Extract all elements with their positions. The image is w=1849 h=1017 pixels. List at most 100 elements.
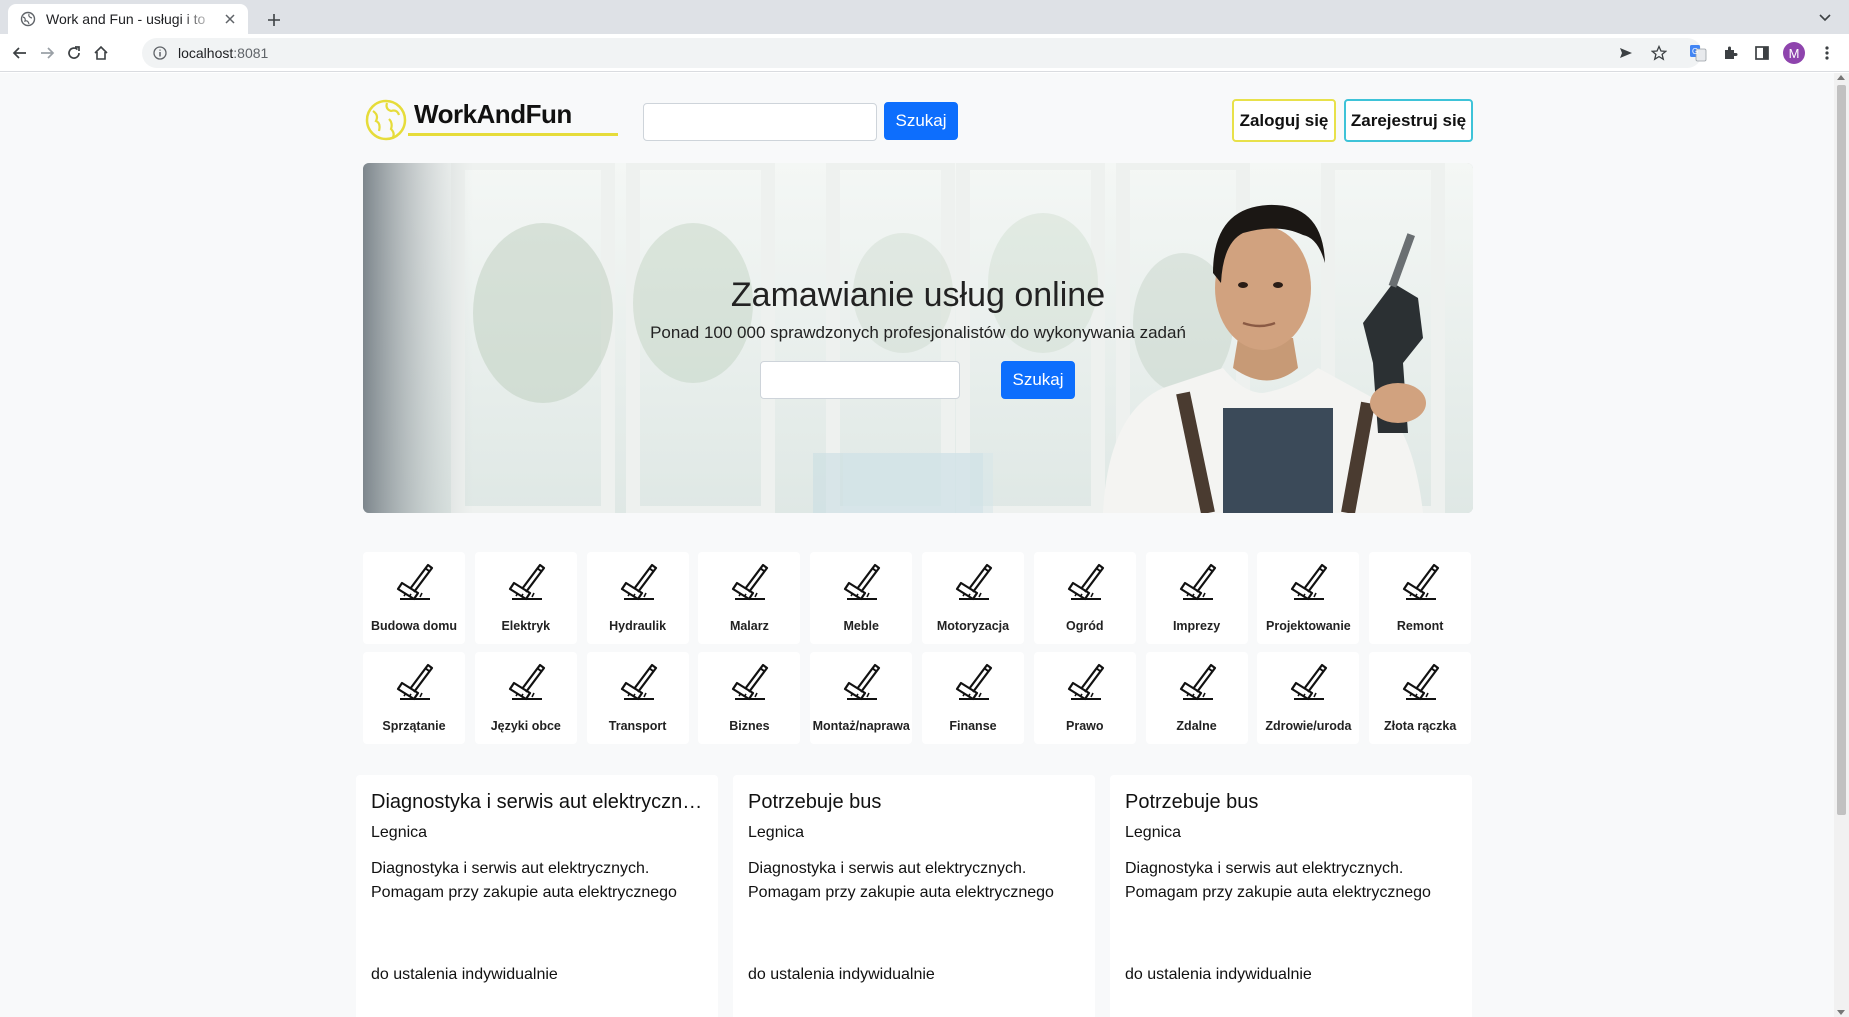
star-icon[interactable] <box>1647 41 1671 65</box>
hero-search-input[interactable] <box>760 361 960 399</box>
page-scrollbar[interactable] <box>1834 73 1849 1017</box>
send-icon[interactable] <box>1614 41 1638 65</box>
hammer-icon <box>389 556 439 606</box>
category-tile[interactable]: Montaż/naprawa <box>810 652 913 744</box>
listing-card[interactable]: Potrzebuje bus Legnica Diagnostyka i ser… <box>733 775 1095 1017</box>
browser-tabstrip: Work and Fun - usługi i to <box>0 0 1849 34</box>
site-logo[interactable]: WorkAndFun <box>363 97 619 141</box>
hammer-icon <box>724 556 774 606</box>
category-tile[interactable]: Języki obce <box>474 652 577 744</box>
close-icon[interactable] <box>222 11 238 27</box>
listing-price: do ustalenia indywidualnie <box>748 966 935 983</box>
listing-city: Legnica <box>371 824 428 841</box>
scrollbar-thumb[interactable] <box>1837 85 1846 815</box>
scroll-up-icon[interactable] <box>1837 75 1845 80</box>
category-label: Ogród <box>1066 619 1104 633</box>
hero-banner: Zamawianie usług online Ponad 100 000 sp… <box>363 163 1473 513</box>
url-host: localhost <box>178 45 234 61</box>
category-tile[interactable]: Ogród <box>1033 552 1136 644</box>
category-tile[interactable]: Hydraulik <box>586 552 689 644</box>
hero-search-button[interactable]: Szukaj <box>1001 361 1075 399</box>
profile-avatar[interactable]: M <box>1783 42 1805 64</box>
category-label: Hydraulik <box>609 619 667 633</box>
forward-icon[interactable] <box>35 41 59 65</box>
category-tile[interactable]: Projektowanie <box>1257 552 1360 644</box>
category-label: Montaż/naprawa <box>812 719 910 733</box>
info-icon[interactable] <box>152 45 168 61</box>
browser-tab[interactable]: Work and Fun - usługi i to <box>8 4 248 34</box>
category-tile[interactable]: Biznes <box>698 652 801 744</box>
category-label: Meble <box>843 619 879 633</box>
hammer-icon <box>613 556 663 606</box>
hammer-icon <box>724 656 774 706</box>
back-icon[interactable] <box>8 41 32 65</box>
category-label: Biznes <box>729 719 770 733</box>
listing-title[interactable]: Diagnostyka i serwis aut elektrycznych <box>371 791 703 814</box>
globe-logo-icon <box>365 99 407 141</box>
chevron-down-icon[interactable] <box>1815 8 1835 28</box>
hero-subtitle: Ponad 100 000 sprawdzonych profesjonalis… <box>650 323 1186 342</box>
hammer-icon <box>613 656 663 706</box>
listing-description: Diagnostyka i serwis aut elektrycznych. … <box>1125 857 1457 905</box>
category-tile[interactable]: Motoryzacja <box>921 552 1024 644</box>
listing-description-line: Pomagam przy zakupie auta elektrycznego <box>748 884 1054 901</box>
category-tile[interactable]: Złota rączka <box>1369 652 1472 744</box>
listing-card[interactable]: Diagnostyka i serwis aut elektrycznych L… <box>356 775 718 1017</box>
category-label: Zdrowie/uroda <box>1265 719 1352 733</box>
site-navbar: WorkAndFun Szukaj Zaloguj się Zarejestru… <box>363 73 1473 163</box>
category-label: Złota rączka <box>1384 719 1457 733</box>
category-label: Malarz <box>729 619 769 633</box>
category-tile[interactable]: Meble <box>810 552 913 644</box>
category-tile[interactable]: Malarz <box>698 552 801 644</box>
listing-title[interactable]: Potrzebuje bus <box>748 791 1080 814</box>
category-tile[interactable]: Zdrowie/uroda <box>1257 652 1360 744</box>
listing-description: Diagnostyka i serwis aut elektrycznych. … <box>748 857 1080 905</box>
category-label: Finanse <box>949 719 997 733</box>
scroll-down-icon[interactable] <box>1837 1010 1845 1015</box>
category-tile[interactable]: Imprezy <box>1145 552 1248 644</box>
category-tile[interactable]: Elektryk <box>474 552 577 644</box>
category-tile[interactable]: Transport <box>586 652 689 744</box>
logo-text: WorkAndFun <box>414 99 572 129</box>
category-label: Imprezy <box>1172 619 1221 633</box>
side-panel-icon[interactable] <box>1750 41 1774 65</box>
hammer-icon <box>501 656 551 706</box>
category-label: Języki obce <box>490 719 561 733</box>
new-tab-icon[interactable] <box>262 8 286 32</box>
reload-icon[interactable] <box>62 41 86 65</box>
translate-icon[interactable]: G <box>1686 41 1710 65</box>
category-tile[interactable]: Remont <box>1369 552 1472 644</box>
hammer-icon <box>836 656 886 706</box>
menu-icon[interactable] <box>1815 41 1839 65</box>
category-grid: Budowa domu Elektryk Hydraulik Malarz Meble M… <box>363 552 1473 744</box>
category-tile[interactable]: Finanse <box>921 652 1024 744</box>
header-search-button[interactable]: Szukaj <box>884 102 958 140</box>
listing-description-line: Pomagam przy zakupie auta elektrycznego <box>1125 884 1431 901</box>
extensions-icon[interactable] <box>1718 41 1742 65</box>
category-tile[interactable]: Zdalne <box>1145 652 1248 744</box>
category-label: Budowa domu <box>370 619 458 633</box>
listing-description-line: Diagnostyka i serwis aut elektrycznych. <box>1125 860 1404 877</box>
category-tile[interactable]: Budowa domu <box>363 552 465 644</box>
listing-card[interactable]: Potrzebuje bus Legnica Diagnostyka i ser… <box>1110 775 1472 1017</box>
home-icon[interactable] <box>89 41 113 65</box>
login-button[interactable]: Zaloguj się <box>1232 99 1336 142</box>
category-label: Elektryk <box>501 619 551 633</box>
category-label: Motoryzacja <box>936 619 1010 633</box>
category-label: Projektowanie <box>1266 619 1351 633</box>
listing-city: Legnica <box>748 824 805 841</box>
url-port: :8081 <box>233 45 269 61</box>
globe-icon <box>20 11 36 27</box>
hammer-icon <box>1172 556 1222 606</box>
hammer-icon <box>836 556 886 606</box>
header-search-input[interactable] <box>643 103 877 141</box>
category-tile[interactable]: Sprzątanie <box>363 652 465 744</box>
listing-price: do ustalenia indywidualnie <box>1125 966 1312 983</box>
hammer-icon <box>1283 556 1333 606</box>
category-tile[interactable]: Prawo <box>1033 652 1136 744</box>
address-bar[interactable]: localhost:8081 <box>142 38 1702 68</box>
register-button[interactable]: Zarejestruj się <box>1344 99 1473 142</box>
listing-title[interactable]: Potrzebuje bus <box>1125 791 1457 814</box>
tab-title: Work and Fun - usługi i to <box>46 11 206 27</box>
category-label: Remont <box>1396 619 1444 633</box>
